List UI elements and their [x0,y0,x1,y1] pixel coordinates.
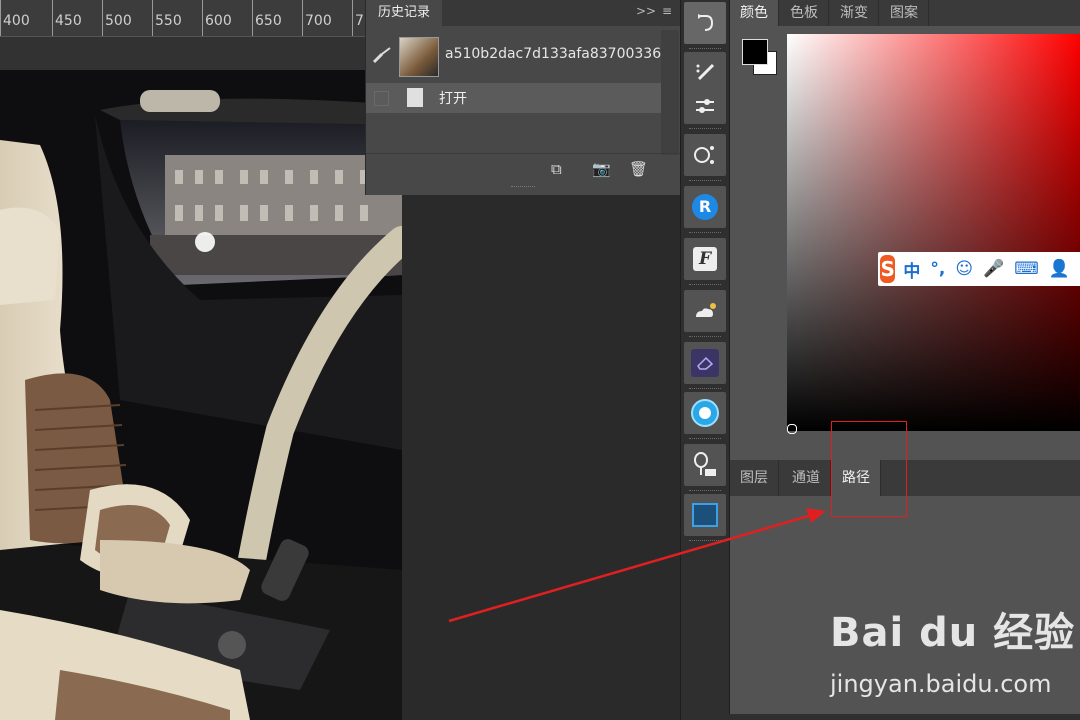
collapse-panel-icon[interactable]: >> [636,4,656,18]
stamp-person-icon [694,452,716,476]
panel-dock: R F [680,0,730,720]
ruler-label: 700 [305,13,332,29]
car-interior-photo [0,70,402,720]
sogou-logo-icon[interactable]: S [880,255,896,283]
document-canvas[interactable] [0,70,402,720]
dock-separator [689,388,721,391]
ruler-tick [52,0,53,36]
tab-gradients[interactable]: 渐变 [830,0,879,26]
emoji-icon[interactable]: ☺ [955,259,973,279]
tab-history[interactable]: 历史记录 [366,0,443,26]
watermark-url: jingyan.baidu.com [830,670,1052,698]
camera-icon[interactable]: 📷 [592,160,611,178]
user-settings-icon[interactable]: 👤 [1049,259,1070,279]
picker-cursor[interactable] [787,424,797,434]
foreground-color-swatch[interactable] [742,39,768,65]
document-strip [0,37,365,70]
ruler-tick [102,0,103,36]
plugin-r-icon: R [692,194,718,220]
font-f-icon: F [693,247,717,271]
baidu-watermark: Bai du 经验 jingyan.baidu.com [830,600,1080,710]
ruler-label: 75 [355,13,365,29]
annotation-highlight-box [831,421,907,517]
history-snapshot[interactable]: a510b2dac7d133afa83700336... [366,30,674,80]
cloud-moon-icon [696,303,716,317]
history-tabbar: 历史记录 >> ≡ [366,0,681,26]
clone-source-button[interactable] [684,444,726,486]
image-plugin-button[interactable] [684,494,726,536]
history-footer-divider [366,153,681,154]
ruler-label: 500 [105,13,132,29]
dock-separator [689,336,721,339]
ruler-tick [0,0,1,36]
history-state-label: 打开 [439,91,467,107]
microphone-icon[interactable]: 🎤 [983,259,1004,279]
tab-patterns[interactable]: 图案 [880,0,929,26]
snapshot-thumbnail [399,37,439,77]
history-panel: 历史记录 >> ≡ a510b2dac7d133afa83700336... 打… [365,0,681,195]
color-picker-field[interactable] [787,34,1080,431]
ruler-label: 400 [3,13,30,29]
snapshot-name: a510b2dac7d133afa83700336... [445,46,675,62]
color-panel: 颜色 色板 渐变 图案 S 中 °, ☺ 🎤 ⌨ 👤 [730,0,1080,460]
node-graph-icon [694,146,714,164]
history-icon [698,14,714,31]
history-brush-icon [372,47,391,64]
dock-separator [689,490,721,493]
ruler-tick [152,0,153,36]
ruler-tick [202,0,203,36]
ime-toolbar[interactable]: S 中 °, ☺ 🎤 ⌨ 👤 [878,252,1080,286]
dock-separator [689,284,721,287]
dock-separator [689,540,721,543]
pasteboard [402,195,680,720]
ruler-tick [352,0,353,36]
horizontal-ruler: 400 450 500 550 600 650 700 75 [0,0,365,37]
weather-plugin-button[interactable] [684,290,726,332]
bottom-edge [720,714,1080,720]
history-dock-button[interactable] [684,2,726,44]
mascot-plugin-button[interactable] [684,392,726,434]
ruler-tick [252,0,253,36]
ruler-label: 600 [205,13,232,29]
eraser-icon [691,349,719,377]
image-icon [692,503,718,527]
history-scrollbar[interactable] [661,30,679,155]
plugin-r-button[interactable]: R [684,186,726,228]
watermark-brand: Bai du 经验 [830,610,1076,656]
tab-color[interactable]: 颜色 [730,0,779,26]
panel-menu-icon[interactable]: ≡ [662,4,672,18]
ruler-tick [302,0,303,36]
history-source-checkbox[interactable] [374,91,389,106]
color-tabbar: 颜色 色板 渐变 图案 [730,0,1080,26]
ruler-label: 550 [155,13,182,29]
adjustments-button[interactable] [684,88,726,124]
properties-button[interactable] [684,134,726,176]
mascot-icon [691,399,719,427]
panel-resize-grip[interactable] [511,186,535,190]
eraser-plugin-button[interactable] [684,342,726,384]
dock-separator [689,438,721,441]
brush-preset-button[interactable] [684,52,726,92]
new-document-from-state-icon[interactable]: ⧉ [551,160,562,178]
ruler-label: 450 [55,13,82,29]
dock-separator [689,48,721,51]
tab-swatches[interactable]: 色板 [780,0,829,26]
dock-separator [689,232,721,235]
dock-separator [689,180,721,183]
ruler-label: 650 [255,13,282,29]
document-icon [407,88,423,107]
dock-separator [689,128,721,131]
brush-icon [696,63,715,81]
ime-punctuation-toggle[interactable]: °, [930,259,945,279]
history-state[interactable]: 打开 [366,83,661,113]
ime-mode-toggle[interactable]: 中 [903,257,920,282]
tab-layers[interactable]: 图层 [730,460,779,496]
keyboard-icon[interactable]: ⌨ [1014,259,1039,279]
tab-channels[interactable]: 通道 [782,460,831,496]
sliders-icon [696,99,714,113]
trash-icon[interactable]: 🗑 [629,160,648,178]
font-plugin-button[interactable]: F [684,238,726,280]
